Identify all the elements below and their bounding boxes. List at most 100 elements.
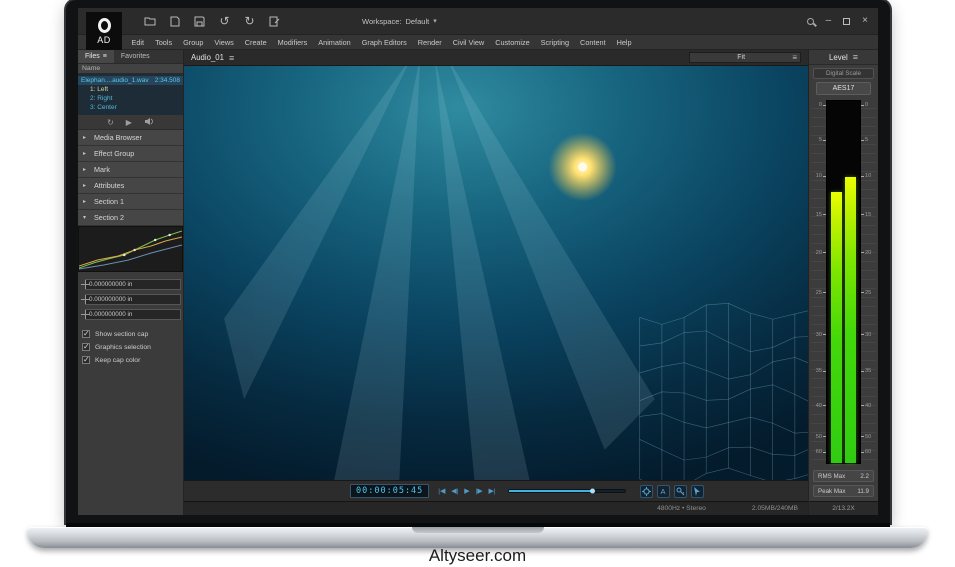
column-header-name[interactable]: Name (78, 63, 183, 74)
go-end-button[interactable]: ▶| (489, 487, 496, 495)
meter-tick: 50 (811, 434, 826, 440)
prev-frame-button[interactable]: ◀| (451, 487, 458, 495)
time-slider[interactable] (508, 489, 626, 493)
minimize-button[interactable]: – (826, 16, 832, 26)
channel-row-left[interactable]: 1: Left (78, 85, 183, 94)
panel-media-browser[interactable]: ▸ Media Browser (78, 130, 183, 146)
import-file-icon[interactable] (167, 14, 182, 29)
menu-animation[interactable]: Animation (313, 38, 356, 47)
meter-tick: 15 (861, 212, 876, 218)
viewport-3d-scene[interactable] (184, 66, 808, 480)
transport-bar: 00:00:05:45 |◀ ◀| ▶ |▶ ▶| (184, 480, 808, 501)
aes17-button[interactable]: AES17 (816, 82, 871, 95)
meter-tick: 60 (811, 449, 826, 455)
menu-bar: Edit Tools Group Views Create Modifiers … (78, 35, 878, 50)
checkbox-graphics-selection[interactable]: Graphics selection (82, 343, 179, 351)
menu-content[interactable]: Content (575, 38, 612, 47)
menu-edit[interactable]: Edit (126, 38, 150, 47)
viewport-header: Audio_01 ≡ Fit ≡ (184, 50, 808, 66)
viewport-scene (184, 66, 808, 480)
close-button[interactable]: × (862, 16, 868, 26)
x-offset-field[interactable] (85, 279, 181, 290)
meter-tick: 25 (811, 290, 826, 296)
laptop-base (28, 527, 927, 548)
section-curve-preview (78, 226, 183, 272)
set-key-button[interactable] (674, 485, 687, 498)
channel-row-center[interactable]: 3: Center (78, 103, 183, 112)
workspace-label: Workspace: (362, 17, 401, 26)
auto-key-button[interactable]: A (657, 485, 670, 498)
settings-button[interactable] (640, 485, 653, 498)
chevron-right-icon: ▸ (83, 166, 89, 173)
next-frame-button[interactable]: |▶ (476, 487, 483, 495)
meter-tick: 10 (861, 173, 876, 179)
meter-tick: 30 (811, 332, 826, 338)
panel-section-1[interactable]: ▸ Section 1 (78, 194, 183, 210)
meter-tick: 10 (811, 173, 826, 179)
play-button[interactable]: ▶ (464, 487, 469, 495)
z-offset-field[interactable] (85, 309, 181, 320)
level-menu-icon[interactable]: ≡ (853, 52, 858, 62)
menu-views[interactable]: Views (209, 38, 239, 47)
meter-bars (826, 100, 861, 464)
restore-button[interactable] (843, 18, 850, 25)
meter-bar-left-channel (831, 192, 842, 464)
edit-scene-icon[interactable] (267, 14, 282, 29)
meter-zoom-status[interactable]: 2/13.2X (809, 501, 878, 515)
menu-render[interactable]: Render (412, 38, 447, 47)
chevron-right-icon: ▸ (83, 150, 89, 157)
panel-section-2[interactable]: ▾ Section 2 (78, 210, 183, 226)
tab-files[interactable]: Files ≡ (78, 50, 114, 63)
meter-bar-right-channel (845, 177, 856, 463)
timecode-display[interactable]: 00:00:05:45 (350, 484, 429, 498)
go-start-button[interactable]: |◀ (438, 487, 445, 495)
channel-row-right[interactable]: 2: Right (78, 94, 183, 103)
menu-scripting[interactable]: Scripting (535, 38, 574, 47)
meter-tick: 30 (861, 332, 876, 338)
fit-dropdown[interactable]: Fit ≡ (689, 52, 801, 63)
level-panel: Level ≡ Digital Scale AES17 051015202530… (808, 50, 878, 515)
y-offset-field[interactable] (85, 294, 181, 305)
loop-icon[interactable]: ↻ (107, 118, 114, 127)
logo-ring-icon (98, 18, 111, 33)
workspace-value: Default (405, 17, 429, 26)
menu-help[interactable]: Help (611, 38, 637, 47)
search-icon[interactable] (807, 18, 814, 25)
menu-graph-editors[interactable]: Graph Editors (356, 38, 412, 47)
checkbox-show-section-cap[interactable]: Show section cap (82, 330, 179, 338)
file-row-selected[interactable]: Elephan....audio_1.wav 2:34.508 (78, 76, 183, 85)
menu-create[interactable]: Create (239, 38, 272, 47)
redo-icon[interactable]: ↻ (242, 14, 257, 29)
speaker-icon[interactable] (144, 117, 154, 128)
viewport-title[interactable]: Audio_01 (191, 53, 224, 62)
tab-favorites[interactable]: Favorites (114, 50, 157, 63)
select-cursor-button[interactable] (691, 485, 704, 498)
menu-modifiers[interactable]: Modifiers (272, 38, 313, 47)
time-slider-thumb[interactable] (590, 489, 595, 494)
digital-scale-button[interactable]: Digital Scale (813, 68, 874, 79)
open-folder-icon[interactable] (142, 14, 157, 29)
menu-tools[interactable]: Tools (150, 38, 178, 47)
viewport-menu-icon[interactable]: ≡ (229, 53, 234, 63)
undo-icon[interactable]: ↺ (217, 14, 232, 29)
meter-tick: 20 (861, 250, 876, 256)
panel-effect-group[interactable]: ▸ Effect Group (78, 146, 183, 162)
menu-group[interactable]: Group (178, 38, 209, 47)
meter-tick: 40 (861, 403, 876, 409)
panel-mark[interactable]: ▸ Mark (78, 162, 183, 178)
checkbox-icon (82, 356, 90, 364)
menu-customize[interactable]: Customize (490, 38, 535, 47)
panel-attributes[interactable]: ▸ Attributes (78, 178, 183, 194)
checkbox-keep-cap-color[interactable]: Keep cap color (82, 356, 179, 364)
meter-tick: 40 (811, 403, 826, 409)
play-preview-icon[interactable]: ▶ (126, 118, 132, 127)
meter-tick: 5 (861, 137, 876, 143)
save-icon[interactable] (192, 14, 207, 29)
meter-tick: 35 (811, 368, 826, 374)
workspace-selector[interactable]: Workspace: Default ▾ (362, 17, 437, 26)
hamburger-icon: ≡ (792, 53, 800, 62)
audio-format-status: 4800Hz • Stereo (657, 505, 706, 512)
file-list: Elephan....audio_1.wav 2:34.508 1: Left … (78, 74, 183, 115)
meter-tick: 60 (861, 449, 876, 455)
menu-civil-view[interactable]: Civil View (447, 38, 490, 47)
